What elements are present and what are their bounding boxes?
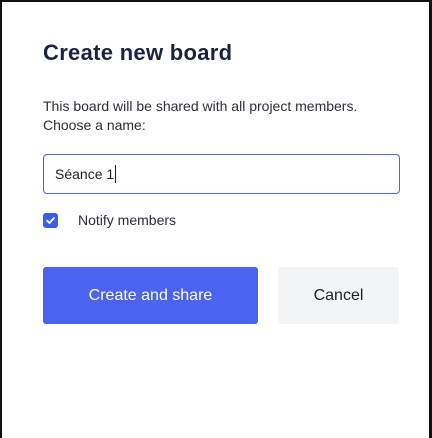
text-caret [115,165,117,183]
notify-members-checkbox[interactable] [43,212,58,228]
notify-members-label: Notify members [78,212,177,228]
notify-members-option[interactable]: Notify members [43,212,176,228]
create-and-share-button[interactable]: Create and share [43,267,258,324]
board-name-input[interactable]: Séance 1 [43,154,400,194]
dialog-title: Create new board [43,40,233,65]
board-name-value: Séance 1 [55,166,115,182]
create-board-dialog: Create new board This board will be shar… [0,0,432,438]
cancel-button[interactable]: Cancel [278,267,399,324]
dialog-description: This board will be shared with all proje… [43,98,358,133]
checkmark-icon [46,216,55,224]
